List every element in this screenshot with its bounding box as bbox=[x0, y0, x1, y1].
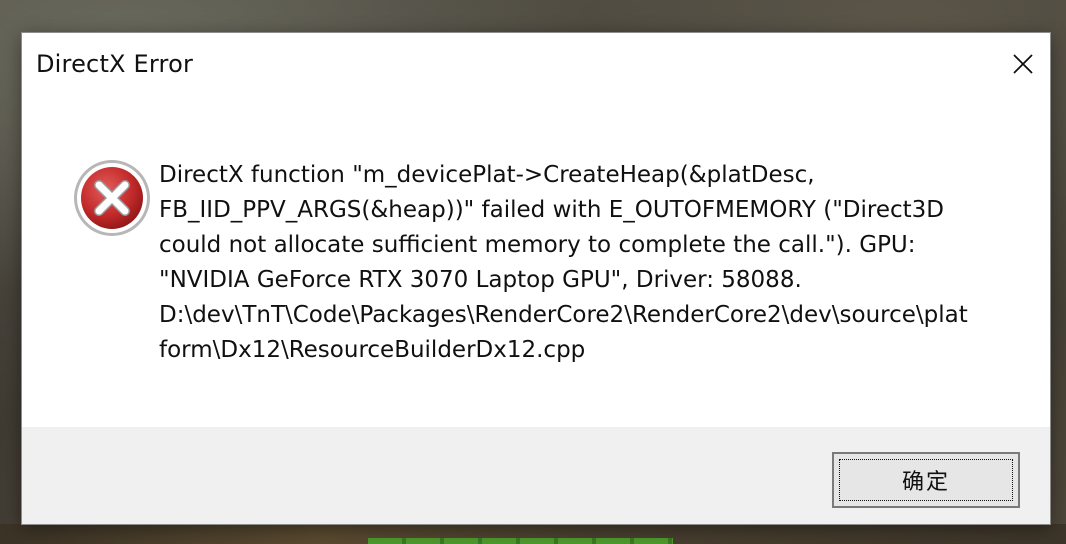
ok-button[interactable]: 确定 bbox=[832, 452, 1020, 508]
dialog-content: DirectX function "m_devicePlat->CreateHe… bbox=[22, 95, 1050, 427]
close-icon bbox=[1013, 54, 1033, 74]
background-game-hud bbox=[368, 538, 673, 544]
window-title: DirectX Error bbox=[36, 50, 194, 78]
ok-button-label: 确定 bbox=[901, 470, 950, 495]
dialog-footer: 确定 bbox=[22, 427, 1050, 524]
close-button[interactable] bbox=[1004, 45, 1042, 83]
error-message: DirectX function "m_devicePlat->CreateHe… bbox=[159, 162, 968, 363]
error-dialog: DirectX Error DirectX function "m_device… bbox=[22, 33, 1050, 524]
error-icon bbox=[74, 160, 150, 236]
title-bar[interactable]: DirectX Error bbox=[22, 33, 1050, 95]
